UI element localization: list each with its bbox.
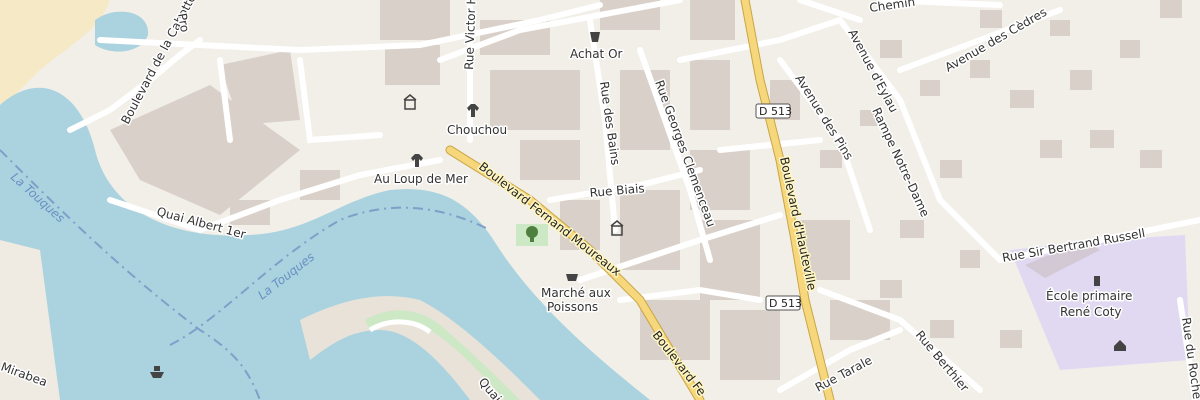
svg-text:Achat Or: Achat Or bbox=[570, 47, 623, 61]
svg-text:Poissons: Poissons bbox=[547, 300, 598, 314]
map-canvas[interactable]: La Touques La Touques Boulevard de la Ca… bbox=[0, 0, 1200, 400]
svg-text:D 513: D 513 bbox=[769, 297, 802, 310]
school-icon bbox=[1094, 276, 1100, 286]
svg-text:Chouchou: Chouchou bbox=[447, 123, 507, 137]
svg-text:René Coty: René Coty bbox=[1060, 305, 1122, 319]
d513-shield-1: D 513 bbox=[755, 103, 792, 119]
map-view[interactable]: La Touques La Touques Boulevard de la Ca… bbox=[0, 0, 1200, 400]
svg-text:École primaire: École primaire bbox=[1046, 288, 1132, 303]
cart-icon bbox=[566, 274, 578, 281]
tree-icon bbox=[526, 226, 538, 238]
svg-text:D 513: D 513 bbox=[759, 105, 792, 118]
street-rue-victor[interactable]: Rue Victor H bbox=[461, 0, 481, 72]
svg-text:Marché aux: Marché aux bbox=[541, 286, 611, 300]
d513-shield-2: D 513 bbox=[765, 295, 802, 311]
svg-text:Au Loup de Mer: Au Loup de Mer bbox=[374, 172, 468, 186]
